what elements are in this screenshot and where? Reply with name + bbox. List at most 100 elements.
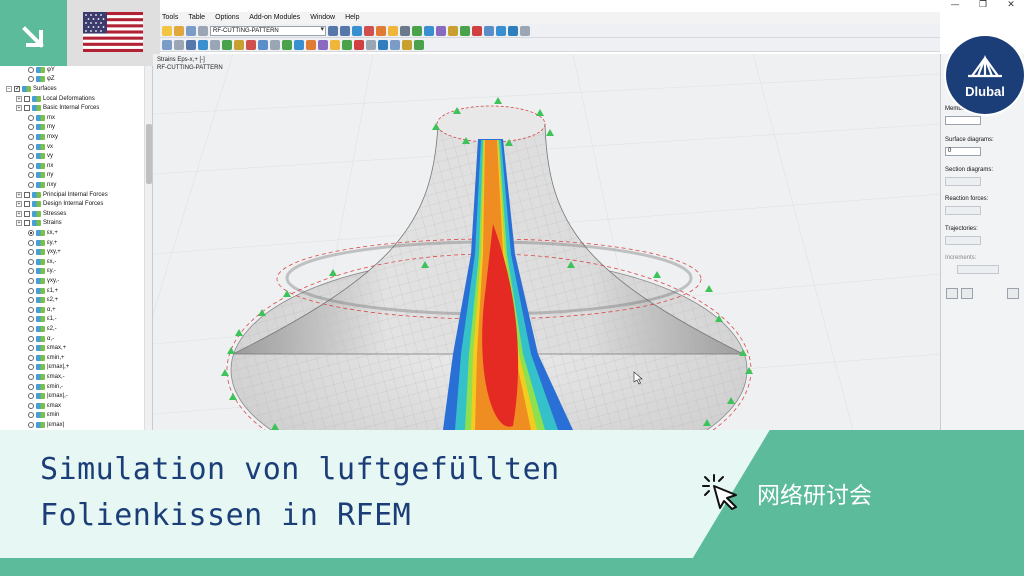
print-icon[interactable] — [198, 25, 208, 36]
tree-result-item[interactable]: mx — [28, 113, 55, 123]
members-field[interactable] — [945, 116, 981, 125]
dimension-icon[interactable] — [294, 39, 304, 50]
select-icon[interactable] — [162, 39, 172, 50]
filter-icon[interactable] — [436, 25, 446, 36]
view-icon[interactable] — [424, 25, 434, 36]
calculate-icon[interactable] — [376, 25, 386, 36]
minimize-icon[interactable]: — — [950, 0, 960, 10]
top-icon[interactable] — [402, 39, 412, 50]
result-module-select[interactable]: RF-CUTTING-PATTERN — [210, 25, 326, 36]
render-icon[interactable] — [484, 25, 494, 36]
tree-folder[interactable]: + Local Deformations — [16, 94, 95, 104]
checkbox[interactable] — [24, 105, 30, 112]
side-icon[interactable] — [390, 39, 400, 50]
measure-icon[interactable] — [448, 25, 458, 36]
save-icon[interactable] — [186, 25, 196, 36]
wire-icon[interactable] — [366, 39, 376, 50]
menu-tools[interactable]: Tools — [162, 12, 178, 24]
expand-icon[interactable]: + — [16, 220, 22, 227]
visibility-icon[interactable] — [330, 39, 340, 50]
menu-help[interactable]: Help — [345, 12, 359, 24]
radio-button[interactable] — [28, 412, 34, 419]
open-icon[interactable] — [174, 25, 184, 36]
mesh-icon[interactable] — [258, 39, 268, 50]
tree-folder[interactable]: + Principal Internal Forces — [16, 190, 108, 200]
tree-result-item[interactable]: |εmax|,+ — [28, 363, 69, 373]
radio-button[interactable] — [28, 229, 34, 236]
radio-button[interactable] — [28, 393, 34, 400]
tree-result-item[interactable]: ε1,+ — [28, 286, 58, 296]
radio-button[interactable] — [28, 268, 34, 275]
tree-result-item[interactable]: vy — [28, 151, 53, 161]
tree-result-item[interactable]: |εmax|,- — [28, 391, 68, 401]
tree-result-item[interactable]: εmax — [28, 401, 61, 411]
checkbox[interactable] — [24, 95, 30, 102]
radio-button[interactable] — [28, 114, 34, 121]
tree-result-item[interactable]: εmax,+ — [28, 343, 66, 353]
radio-button[interactable] — [28, 373, 34, 380]
comment-icon[interactable] — [306, 39, 316, 50]
expand-icon[interactable]: + — [16, 201, 22, 208]
prev-icon[interactable] — [328, 25, 338, 36]
tree-result-item[interactable]: nxy — [28, 180, 56, 190]
tree-result-item[interactable]: εmin — [28, 411, 59, 421]
grid-icon[interactable] — [270, 39, 280, 50]
tree-result-item[interactable]: ε2,- — [28, 324, 57, 334]
hinge-icon[interactable] — [246, 39, 256, 50]
tree-folder[interactable]: + Design Internal Forces — [16, 199, 103, 209]
results-icon[interactable] — [352, 25, 362, 36]
tree-result-item[interactable]: εmax,- — [28, 372, 65, 382]
radio-button[interactable] — [28, 153, 34, 160]
expand-icon[interactable]: + — [16, 191, 22, 198]
display-icon[interactable] — [412, 25, 422, 36]
iso-icon[interactable] — [378, 39, 388, 50]
navigator-scrollbar[interactable] — [144, 64, 152, 430]
checkbox[interactable] — [24, 191, 30, 198]
axes-icon[interactable] — [508, 25, 518, 36]
radio-button[interactable] — [28, 297, 34, 304]
radio-button[interactable] — [28, 258, 34, 265]
tree-result-item[interactable]: φY — [28, 65, 55, 75]
checkbox[interactable] — [24, 220, 30, 227]
cross-section-icon[interactable] — [364, 25, 374, 36]
radio-button[interactable] — [28, 421, 34, 428]
front-icon[interactable] — [414, 39, 424, 50]
tree-result-item[interactable]: my — [28, 123, 55, 133]
snap-icon[interactable] — [282, 39, 292, 50]
next-icon[interactable] — [340, 25, 350, 36]
export-button[interactable] — [1007, 288, 1019, 299]
expand-icon[interactable]: + — [16, 210, 22, 217]
radio-button[interactable] — [28, 402, 34, 409]
trajectories-field[interactable] — [945, 236, 981, 245]
radio-button[interactable] — [28, 364, 34, 371]
radio-button[interactable] — [28, 162, 34, 169]
radio-button[interactable] — [28, 133, 34, 140]
menu-window[interactable]: Window — [310, 12, 335, 24]
tree-result-item[interactable]: mxy — [28, 132, 58, 142]
tree-result-item[interactable]: γxy,+ — [28, 247, 61, 257]
radio-button[interactable] — [28, 66, 34, 73]
menu-addon-modules[interactable]: Add-on Modules — [249, 12, 300, 24]
tree-result-item[interactable]: εy,+ — [28, 238, 57, 248]
solid-icon[interactable] — [222, 39, 232, 50]
new-icon[interactable] — [162, 25, 172, 36]
tree-result-item[interactable]: ny — [28, 171, 53, 181]
radio-button[interactable] — [28, 277, 34, 284]
radio-button[interactable] — [28, 287, 34, 294]
tree-folder[interactable]: + Stresses — [16, 209, 66, 219]
menu-table[interactable]: Table — [188, 12, 205, 24]
radio-button[interactable] — [28, 124, 34, 131]
tree-result-item[interactable]: φZ — [28, 75, 55, 85]
tree-result-item[interactable]: γxy,- — [28, 276, 59, 286]
surface-diagrams-field[interactable]: 0 — [945, 147, 981, 156]
line-icon[interactable] — [186, 39, 196, 50]
expand-icon[interactable]: + — [16, 105, 22, 112]
tree-result-item[interactable]: εx,+ — [28, 228, 58, 238]
color-scale-icon[interactable] — [342, 39, 352, 50]
surface-icon[interactable] — [210, 39, 220, 50]
tree-result-item[interactable]: εmin,+ — [28, 353, 65, 363]
reaction-forces-field[interactable] — [945, 206, 981, 215]
tree-result-item[interactable]: vx — [28, 142, 53, 152]
tree-result-item[interactable]: εx,- — [28, 257, 56, 267]
radio-button[interactable] — [28, 354, 34, 361]
